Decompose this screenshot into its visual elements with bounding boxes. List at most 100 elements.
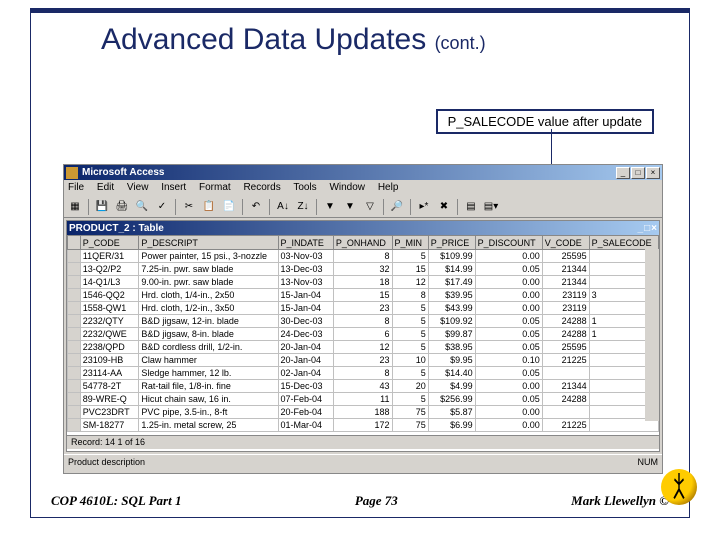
record-navigator[interactable]: Record: 14 1 of 16: [67, 435, 659, 449]
cell[interactable]: $14.99: [428, 263, 475, 276]
inner-close-button[interactable]: ×: [651, 223, 657, 234]
new-record-icon[interactable]: ▸*: [415, 198, 433, 216]
cell[interactable]: B&D jigsaw, 12-in. blade: [139, 315, 278, 328]
cell[interactable]: Sledge hammer, 12 lb.: [139, 367, 278, 380]
paste-icon[interactable]: 📄: [220, 198, 238, 216]
table-row[interactable]: 89-WRE-QHicut chain saw, 16 in.07-Feb-04…: [68, 393, 659, 406]
column-header[interactable]: V_CODE: [542, 236, 589, 250]
column-header[interactable]: P_SALECODE: [589, 236, 658, 250]
row-selector[interactable]: [68, 315, 81, 328]
cell[interactable]: 23: [333, 354, 392, 367]
cell[interactable]: 07-Feb-04: [278, 393, 333, 406]
cell[interactable]: $39.95: [428, 289, 475, 302]
cell[interactable]: 21344: [542, 276, 589, 289]
cell[interactable]: 15-Jan-04: [278, 302, 333, 315]
cell[interactable]: 75: [392, 419, 428, 432]
cell[interactable]: 0.00: [475, 289, 542, 302]
cell[interactable]: 13-Dec-03: [278, 263, 333, 276]
cell[interactable]: PVC23DRT: [80, 406, 139, 419]
table-row[interactable]: 2232/QTYB&D jigsaw, 12-in. blade30-Dec-0…: [68, 315, 659, 328]
cell[interactable]: 0.10: [475, 354, 542, 367]
cell[interactable]: 0.05: [475, 367, 542, 380]
sort-desc-icon[interactable]: Z↓: [294, 198, 312, 216]
cell[interactable]: 13-Q2/P2: [80, 263, 139, 276]
cell[interactable]: 172: [333, 419, 392, 432]
cell[interactable]: Hrd. cloth, 1/4-in., 2x50: [139, 289, 278, 302]
cell[interactable]: 21344: [542, 263, 589, 276]
cell[interactable]: Hrd. cloth, 1/2-in., 3x50: [139, 302, 278, 315]
cell[interactable]: $9.95: [428, 354, 475, 367]
cell[interactable]: 89-WRE-Q: [80, 393, 139, 406]
data-grid[interactable]: P_CODEP_DESCRIPTP_INDATEP_ONHANDP_MINP_P…: [67, 235, 659, 432]
menu-tools[interactable]: Tools: [293, 182, 316, 193]
db-window-icon[interactable]: ▤: [462, 198, 480, 216]
cell[interactable]: 2232/QTY: [80, 315, 139, 328]
row-selector[interactable]: [68, 393, 81, 406]
row-selector[interactable]: [68, 354, 81, 367]
cell[interactable]: 43: [333, 380, 392, 393]
cell[interactable]: 0.00: [475, 276, 542, 289]
menu-insert[interactable]: Insert: [161, 182, 186, 193]
cell[interactable]: 5: [392, 328, 428, 341]
cell[interactable]: $109.99: [428, 250, 475, 263]
row-selector[interactable]: [68, 328, 81, 341]
row-selector[interactable]: [68, 276, 81, 289]
column-header[interactable]: P_MIN: [392, 236, 428, 250]
close-button[interactable]: ×: [646, 167, 660, 179]
cell[interactable]: 0.05: [475, 263, 542, 276]
cell[interactable]: $14.40: [428, 367, 475, 380]
cell[interactable]: 15-Dec-03: [278, 380, 333, 393]
cell[interactable]: 188: [333, 406, 392, 419]
row-selector[interactable]: [68, 419, 81, 432]
cell[interactable]: 0.00: [475, 419, 542, 432]
apply-filter-icon[interactable]: ▽: [361, 198, 379, 216]
cell[interactable]: 8: [333, 315, 392, 328]
cell[interactable]: 75: [392, 406, 428, 419]
cell[interactable]: 23119: [542, 289, 589, 302]
cell[interactable]: 14-Q1/L3: [80, 276, 139, 289]
menu-window[interactable]: Window: [329, 182, 365, 193]
cell[interactable]: 0.05: [475, 393, 542, 406]
cell[interactable]: 1.25-in. metal screw, 25: [139, 419, 278, 432]
cell[interactable]: 5: [392, 341, 428, 354]
cell[interactable]: 8: [333, 367, 392, 380]
undo-icon[interactable]: ↶: [247, 198, 265, 216]
new-object-icon[interactable]: ▤▾: [482, 198, 500, 216]
filter-sel-icon[interactable]: ▼: [321, 198, 339, 216]
cell[interactable]: 21225: [542, 419, 589, 432]
column-header[interactable]: P_PRICE: [428, 236, 475, 250]
cell[interactable]: Claw hammer: [139, 354, 278, 367]
cell[interactable]: 5: [392, 315, 428, 328]
table-row[interactable]: 2232/QWEB&D jigsaw, 8-in. blade24-Dec-03…: [68, 328, 659, 341]
cell[interactable]: 8: [333, 250, 392, 263]
cell[interactable]: $4.99: [428, 380, 475, 393]
table-row[interactable]: 1558-QW1Hrd. cloth, 1/2-in., 3x5015-Jan-…: [68, 302, 659, 315]
cell[interactable]: 12: [333, 341, 392, 354]
table-row[interactable]: PVC23DRTPVC pipe, 3.5-in., 8-ft20-Feb-04…: [68, 406, 659, 419]
cell[interactable]: 25595: [542, 250, 589, 263]
cut-icon[interactable]: ✂: [180, 198, 198, 216]
cell[interactable]: 0.00: [475, 250, 542, 263]
menu-edit[interactable]: Edit: [97, 182, 114, 193]
cell[interactable]: 12: [392, 276, 428, 289]
cell[interactable]: 0.05: [475, 315, 542, 328]
filter-form-icon[interactable]: ▼: [341, 198, 359, 216]
cell[interactable]: SM-18277: [80, 419, 139, 432]
cell[interactable]: $17.49: [428, 276, 475, 289]
cell[interactable]: $5.87: [428, 406, 475, 419]
cell[interactable]: 0.05: [475, 341, 542, 354]
cell[interactable]: $109.92: [428, 315, 475, 328]
cell[interactable]: 7.25-in. pwr. saw blade: [139, 263, 278, 276]
maximize-button[interactable]: □: [631, 167, 645, 179]
cell[interactable]: 23119: [542, 302, 589, 315]
cell[interactable]: 24288: [542, 393, 589, 406]
column-header[interactable]: P_CODE: [80, 236, 139, 250]
table-row[interactable]: 11QER/31Power painter, 15 psi., 3-nozzle…: [68, 250, 659, 263]
cell[interactable]: 24-Dec-03: [278, 328, 333, 341]
delete-record-icon[interactable]: ✖: [435, 198, 453, 216]
row-selector[interactable]: [68, 289, 81, 302]
preview-icon[interactable]: 🔍: [133, 198, 151, 216]
cell[interactable]: 23109-HB: [80, 354, 139, 367]
find-icon[interactable]: 🔎: [388, 198, 406, 216]
column-header[interactable]: P_ONHAND: [333, 236, 392, 250]
